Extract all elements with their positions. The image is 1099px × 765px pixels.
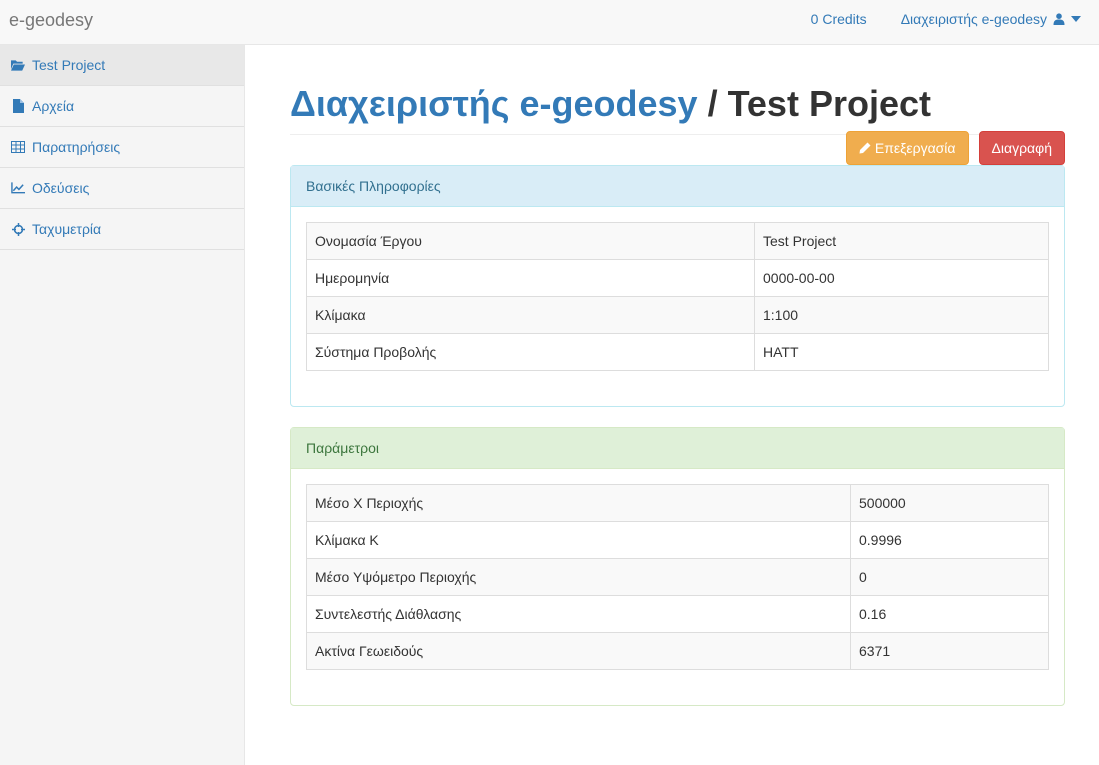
delete-button-label: Διαγραφή xyxy=(991,140,1052,156)
sidebar-item-files[interactable]: Αρχεία xyxy=(0,86,244,127)
table-icon xyxy=(11,140,25,154)
table-row: Ακτίνα Γεωειδούς 6371 xyxy=(306,632,1049,670)
row-label: Συντελεστής Διάθλασης xyxy=(306,595,851,633)
row-label: Μέσο Υψόμετρο Περιοχής xyxy=(306,558,851,596)
user-icon xyxy=(1053,13,1065,25)
file-icon xyxy=(11,99,25,113)
row-label: Κλίμακα Κ xyxy=(306,521,851,559)
basic-info-panel: Βασικές Πληροφορίες Ονομασία Έργου Test … xyxy=(290,165,1065,407)
table-row: Κλίμακα 1:100 xyxy=(306,296,1049,334)
row-label: Μέσο Χ Περιοχής xyxy=(306,484,851,522)
edit-button[interactable]: Επεξεργασία xyxy=(845,131,969,165)
parameters-table: Μέσο Χ Περιοχής 500000 Κλίμακα Κ 0.9996 … xyxy=(306,484,1049,670)
row-label: Ακτίνα Γεωειδούς xyxy=(306,632,851,670)
table-row: Κλίμακα Κ 0.9996 xyxy=(306,521,1049,559)
sidebar-item-label: Αρχεία xyxy=(32,98,75,114)
sidebar-item-label: Ταχυμετρία xyxy=(32,221,102,237)
user-name: Διαχειριστής e-geodesy xyxy=(900,11,1047,27)
row-label: Κλίμακα xyxy=(306,296,755,334)
row-label: Σύστημα Προβολής xyxy=(306,333,755,371)
table-row: Ημερομηνία 0000-00-00 xyxy=(306,259,1049,297)
row-value: 0 xyxy=(850,558,1049,596)
edit-button-label: Επεξεργασία xyxy=(874,140,956,156)
row-value: 1:100 xyxy=(754,296,1049,334)
top-navbar: e-geodesy 0 Credits Διαχειριστής e-geode… xyxy=(0,0,1099,45)
row-value: 500000 xyxy=(850,484,1049,522)
table-row: Μέσο Χ Περιοχής 500000 xyxy=(306,484,1049,522)
delete-button[interactable]: Διαγραφή xyxy=(978,131,1065,165)
table-row: Σύστημα Προβολής HATT xyxy=(306,333,1049,371)
crosshair-icon xyxy=(11,222,25,236)
parameters-panel: Παράμετροι Μέσο Χ Περιοχής 500000 Κλίμακ… xyxy=(290,427,1065,706)
title-separator: / xyxy=(697,83,728,124)
folder-open-icon xyxy=(11,58,25,72)
sidebar-item-observations[interactable]: Παρατηρήσεις xyxy=(0,127,244,168)
table-row: Ονομασία Έργου Test Project xyxy=(306,222,1049,260)
sidebar-item-test-project[interactable]: Test Project xyxy=(0,45,244,86)
basic-info-heading: Βασικές Πληροφορίες xyxy=(291,166,1064,207)
brand-logo[interactable]: e-geodesy xyxy=(9,10,93,31)
line-chart-icon xyxy=(11,181,25,195)
row-label: Ονομασία Έργου xyxy=(306,222,755,260)
caret-down-icon xyxy=(1071,16,1081,22)
credits-link[interactable]: 0 Credits xyxy=(811,11,867,27)
row-label: Ημερομηνία xyxy=(306,259,755,297)
row-value: 0000-00-00 xyxy=(754,259,1049,297)
user-menu-dropdown[interactable]: Διαχειριστής e-geodesy xyxy=(901,11,1081,27)
project-name: Test Project xyxy=(727,83,931,124)
pencil-icon xyxy=(859,142,871,154)
sidebar-item-tacheometry[interactable]: Ταχυμετρία xyxy=(0,209,244,250)
owner-link[interactable]: Διαχειριστής e-geodesy xyxy=(290,83,698,124)
row-value: 0.16 xyxy=(850,595,1049,633)
basic-info-table: Ονομασία Έργου Test Project Ημερομηνία 0… xyxy=(306,222,1049,371)
sidebar-item-label: Test Project xyxy=(32,57,106,73)
navbar-right: 0 Credits Διαχειριστής e-geodesy xyxy=(811,11,1081,27)
row-value: HATT xyxy=(754,333,1049,371)
page-title: Διαχειριστής e-geodesy / Test Project xyxy=(290,84,1065,135)
sidebar-item-label: Οδεύσεις xyxy=(32,180,90,196)
sidebar: Test Project Αρχεία Παρατηρήσεις Οδεύσει… xyxy=(0,45,245,765)
sidebar-item-traverses[interactable]: Οδεύσεις xyxy=(0,168,244,209)
main-content: Διαχειριστής e-geodesy / Test Project Επ… xyxy=(290,45,1065,706)
sidebar-item-label: Παρατηρήσεις xyxy=(32,139,121,155)
parameters-heading: Παράμετροι xyxy=(291,428,1064,469)
table-row: Μέσο Υψόμετρο Περιοχής 0 xyxy=(306,558,1049,596)
action-buttons: Επεξεργασία Διαγραφή xyxy=(845,131,1065,165)
row-value: 0.9996 xyxy=(850,521,1049,559)
row-value: Test Project xyxy=(754,222,1049,260)
table-row: Συντελεστής Διάθλασης 0.16 xyxy=(306,595,1049,633)
row-value: 6371 xyxy=(850,632,1049,670)
